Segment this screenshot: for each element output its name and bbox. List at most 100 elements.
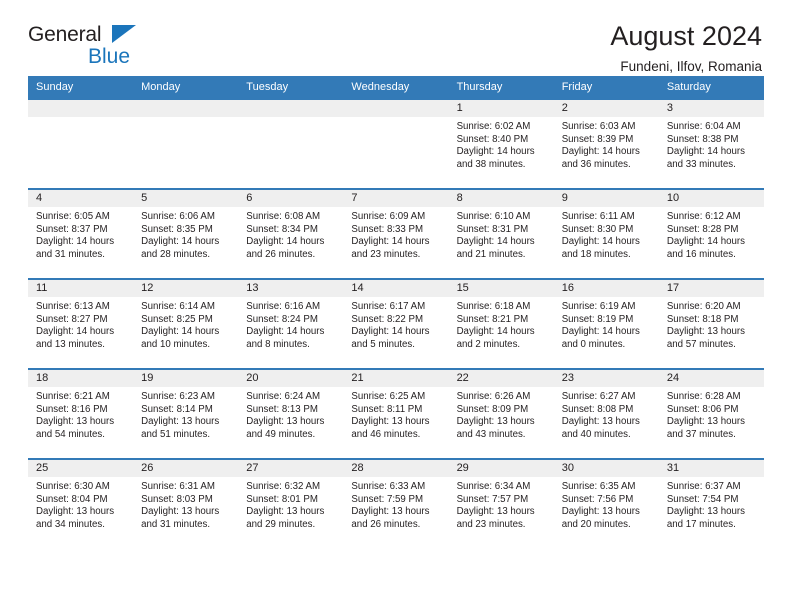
day-cell-content: 14 Sunrise: 6:17 AM Sunset: 8:22 PM Dayligh… [343, 280, 449, 368]
day-number: 24 [658, 370, 764, 387]
day-sunrise-line: Sunrise: 6:35 AM [561, 481, 636, 492]
day-sunset-line: Sunset: 8:39 PM [561, 133, 634, 145]
calendar-day-cell[interactable]: 25 Sunrise: 6:30 AM Sunset: 8:04 PM Dayligh… [28, 458, 134, 549]
general-blue-logo[interactable]: General Blue [28, 22, 158, 70]
calendar-day-cell[interactable]: 15 Sunrise: 6:18 AM Sunset: 8:21 PM Dayligh… [448, 278, 554, 369]
day-daylight-line: and 23 minutes. [351, 248, 421, 260]
calendar-day-cell[interactable]: 19 Sunrise: 6:23 AM Sunset: 8:14 PM Dayligh… [133, 368, 239, 459]
calendar-day-cell[interactable]: 20 Sunrise: 6:24 AM Sunset: 8:13 PM Dayligh… [238, 368, 344, 459]
day-daylight-line: Daylight: 13 hours [36, 416, 115, 428]
calendar-day-cell[interactable]: 10 Sunrise: 6:12 AM Sunset: 8:28 PM Dayligh… [658, 188, 764, 279]
calendar-day-cell[interactable]: 2 Sunrise: 6:03 AM Sunset: 8:39 PM Daylight… [553, 98, 659, 189]
day-number: 12 [133, 280, 239, 297]
day-cell-content: 11 Sunrise: 6:13 AM Sunset: 8:27 PM Dayligh… [28, 280, 134, 368]
day-cell-content [28, 100, 134, 188]
day-number: 13 [238, 280, 344, 297]
day-number [343, 100, 449, 117]
calendar-day-cell[interactable]: 26 Sunrise: 6:31 AM Sunset: 8:03 PM Dayligh… [133, 458, 239, 549]
day-sunset-line: Sunset: 7:54 PM [666, 493, 739, 505]
calendar-day-cell[interactable]: 21 Sunrise: 6:25 AM Sunset: 8:11 PM Dayligh… [343, 368, 449, 459]
day-number: 7 [343, 190, 449, 207]
calendar-day-cell[interactable]: 7 Sunrise: 6:09 AM Sunset: 8:33 PM Daylight… [343, 188, 449, 279]
day-sunrise-line: Sunrise: 6:08 AM [246, 211, 321, 222]
calendar-day-cell[interactable]: 18 Sunrise: 6:21 AM Sunset: 8:16 PM Dayligh… [28, 368, 134, 459]
calendar-day-cell[interactable]: 29 Sunrise: 6:34 AM Sunset: 7:57 PM Dayligh… [448, 458, 554, 549]
calendar-day-cell[interactable]: 16 Sunrise: 6:19 AM Sunset: 8:19 PM Dayligh… [553, 278, 659, 369]
calendar-day-cell[interactable]: 1 Sunrise: 6:02 AM Sunset: 8:40 PM Daylight… [448, 98, 554, 189]
calendar-day-cell[interactable]: 24 Sunrise: 6:28 AM Sunset: 8:06 PM Dayligh… [658, 368, 764, 459]
calendar-empty-cell [343, 98, 449, 189]
day-cell-content: 26 Sunrise: 6:31 AM Sunset: 8:03 PM Dayligh… [133, 460, 239, 548]
calendar-day-cell[interactable]: 22 Sunrise: 6:26 AM Sunset: 8:09 PM Dayligh… [448, 368, 554, 459]
day-sunset-line: Sunset: 8:11 PM [351, 403, 423, 415]
day-sunrise-line: Sunrise: 6:10 AM [456, 211, 531, 222]
calendar-day-cell[interactable]: 3 Sunrise: 6:04 AM Sunset: 8:38 PM Daylight… [658, 98, 764, 189]
day-sunrise-line: Sunrise: 6:16 AM [246, 301, 321, 312]
day-daylight-line: Daylight: 14 hours [456, 146, 535, 158]
day-number: 21 [343, 370, 449, 387]
day-daylight-line: Daylight: 13 hours [141, 416, 220, 428]
day-cell-content: 16 Sunrise: 6:19 AM Sunset: 8:19 PM Dayligh… [553, 280, 659, 368]
day-sunset-line: Sunset: 8:04 PM [36, 493, 108, 505]
day-sunset-line: Sunset: 8:40 PM [456, 133, 529, 145]
day-daylight-line: Daylight: 13 hours [561, 506, 640, 518]
day-cell-content: 19 Sunrise: 6:23 AM Sunset: 8:14 PM Dayligh… [133, 370, 239, 458]
day-number: 4 [28, 190, 134, 207]
day-details: Sunrise: 6:17 AM Sunset: 8:22 PM Daylight:… [343, 297, 448, 351]
day-sunrise-line: Sunrise: 6:31 AM [141, 481, 215, 492]
logo-text-blue: Blue [88, 45, 131, 68]
day-daylight-line: and 10 minutes. [141, 338, 211, 350]
calendar-day-cell[interactable]: 9 Sunrise: 6:11 AM Sunset: 8:30 PM Daylight… [553, 188, 659, 279]
day-number: 18 [28, 370, 134, 387]
day-number: 10 [658, 190, 764, 207]
day-daylight-line: and 2 minutes. [456, 338, 521, 350]
day-daylight-line: Daylight: 14 hours [561, 236, 640, 248]
calendar-day-cell[interactable]: 23 Sunrise: 6:27 AM Sunset: 8:08 PM Dayligh… [553, 368, 659, 459]
calendar-day-cell[interactable]: 31 Sunrise: 6:37 AM Sunset: 7:54 PM Dayligh… [658, 458, 764, 549]
page-title: August 2024 [610, 21, 762, 51]
day-daylight-line: and 8 minutes. [246, 338, 310, 350]
calendar-day-cell[interactable]: 30 Sunrise: 6:35 AM Sunset: 7:56 PM Dayligh… [553, 458, 659, 549]
day-number: 3 [658, 100, 764, 117]
calendar-page: General Blue August 2024 Fundeni, Ilfov,… [0, 0, 792, 612]
calendar-day-cell[interactable]: 4 Sunrise: 6:05 AM Sunset: 8:37 PM Daylight… [28, 188, 134, 279]
day-daylight-line: and 20 minutes. [561, 518, 631, 530]
day-sunset-line: Sunset: 8:21 PM [456, 313, 529, 325]
day-daylight-line: Daylight: 13 hours [666, 326, 745, 338]
day-sunrise-line: Sunrise: 6:09 AM [351, 211, 426, 222]
calendar-day-cell[interactable]: 6 Sunrise: 6:08 AM Sunset: 8:34 PM Daylight… [238, 188, 344, 279]
day-daylight-line: and 17 minutes. [666, 518, 736, 530]
day-sunset-line: Sunset: 8:06 PM [666, 403, 739, 415]
day-sunrise-line: Sunrise: 6:12 AM [666, 211, 741, 222]
calendar-day-cell[interactable]: 12 Sunrise: 6:14 AM Sunset: 8:25 PM Dayligh… [133, 278, 239, 369]
day-number: 30 [553, 460, 659, 477]
day-daylight-line: Daylight: 13 hours [36, 506, 115, 518]
calendar-day-cell[interactable]: 11 Sunrise: 6:13 AM Sunset: 8:27 PM Dayligh… [28, 278, 134, 369]
day-cell-content: 18 Sunrise: 6:21 AM Sunset: 8:16 PM Dayligh… [28, 370, 134, 458]
page-subtitle: Fundeni, Ilfov, Romania [620, 59, 762, 75]
day-daylight-line: Daylight: 14 hours [561, 146, 640, 158]
day-daylight-line: Daylight: 13 hours [456, 416, 535, 428]
logo-triangle-icon [112, 25, 136, 43]
calendar-day-cell[interactable]: 14 Sunrise: 6:17 AM Sunset: 8:22 PM Dayligh… [343, 278, 449, 369]
day-daylight-line: Daylight: 14 hours [141, 236, 220, 248]
calendar-day-cell[interactable]: 8 Sunrise: 6:10 AM Sunset: 8:31 PM Daylight… [448, 188, 554, 279]
day-sunset-line: Sunset: 8:18 PM [666, 313, 739, 325]
day-sunset-line: Sunset: 8:33 PM [351, 223, 424, 235]
calendar-day-cell[interactable]: 27 Sunrise: 6:32 AM Sunset: 8:01 PM Dayligh… [238, 458, 344, 549]
day-details: Sunrise: 6:18 AM Sunset: 8:21 PM Daylight:… [449, 297, 554, 351]
calendar-day-cell[interactable]: 5 Sunrise: 6:06 AM Sunset: 8:35 PM Daylight… [133, 188, 239, 279]
calendar-day-cell[interactable]: 17 Sunrise: 6:20 AM Sunset: 8:18 PM Dayligh… [658, 278, 764, 369]
day-cell-content: 7 Sunrise: 6:09 AM Sunset: 8:33 PM Daylight… [343, 190, 449, 278]
day-daylight-line: and 37 minutes. [666, 428, 736, 440]
day-daylight-line: and 21 minutes. [456, 248, 526, 260]
day-sunrise-line: Sunrise: 6:04 AM [666, 121, 741, 132]
day-daylight-line: and 49 minutes. [246, 428, 316, 440]
day-details: Sunrise: 6:24 AM Sunset: 8:13 PM Daylight:… [238, 387, 343, 441]
day-cell-content: 28 Sunrise: 6:33 AM Sunset: 7:59 PM Dayligh… [343, 460, 449, 548]
day-cell-content [238, 100, 344, 188]
calendar-day-cell[interactable]: 28 Sunrise: 6:33 AM Sunset: 7:59 PM Dayligh… [343, 458, 449, 549]
day-cell-content: 27 Sunrise: 6:32 AM Sunset: 8:01 PM Dayligh… [238, 460, 344, 548]
calendar-day-cell[interactable]: 13 Sunrise: 6:16 AM Sunset: 8:24 PM Dayligh… [238, 278, 344, 369]
day-sunrise-line: Sunrise: 6:17 AM [351, 301, 426, 312]
